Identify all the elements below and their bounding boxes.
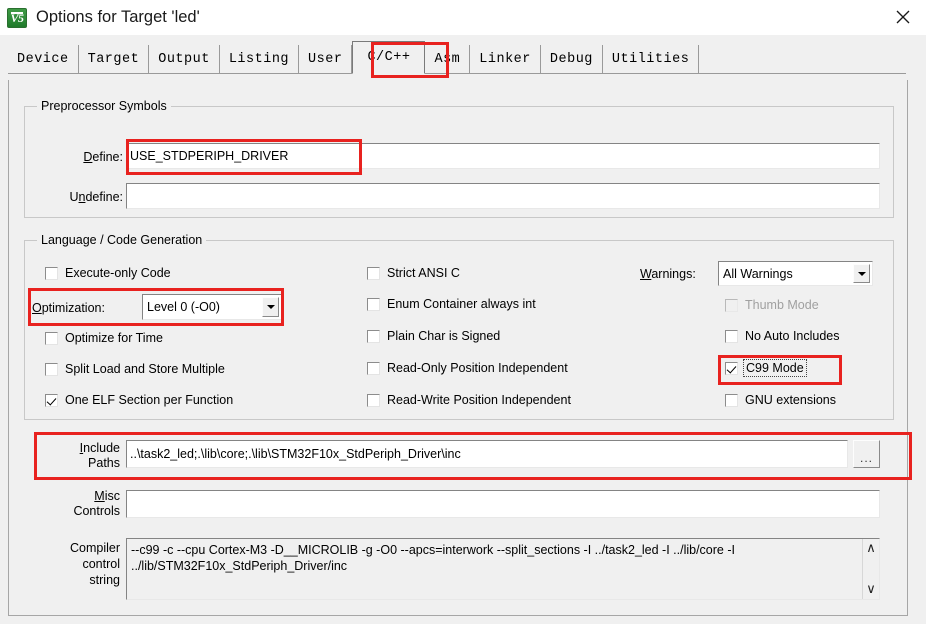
close-button[interactable] (880, 0, 926, 33)
preprocessor-group-title: Preprocessor Symbols (37, 99, 171, 113)
checkbox-box (725, 393, 738, 407)
tab-strip: Device Target Output Listing User C/C++ … (0, 35, 926, 80)
tab-device[interactable]: Device (8, 45, 79, 73)
checkbox-box (725, 361, 738, 375)
checkbox-label: One ELF Section per Function (65, 393, 234, 407)
checkbox-optimize-for-time[interactable]: Optimize for Time (45, 331, 163, 345)
tab-target[interactable]: Target (78, 45, 150, 73)
checkbox-read-only-position-independent[interactable]: Read-Only Position Independent (367, 361, 568, 375)
checkbox-box (45, 393, 58, 407)
include-paths-value: ..\task2_led;.\lib\core;.\lib\STM32F10x_… (130, 447, 461, 461)
include-paths-browse-button[interactable]: ... (853, 440, 880, 468)
compiler-string-scrollbar[interactable]: ∧ ∨ (862, 539, 879, 599)
checkbox-enum-container-always-int[interactable]: Enum Container always int (367, 297, 536, 311)
define-label: Define: (83, 150, 123, 164)
undefine-input[interactable] (126, 183, 880, 209)
checkbox-no-auto-includes[interactable]: No Auto Includes (725, 329, 840, 343)
checkbox-label: Execute-only Code (65, 266, 171, 280)
tab-asm[interactable]: Asm (425, 45, 471, 73)
checkbox-label: Split Load and Store Multiple (65, 362, 225, 376)
checkbox-box (725, 329, 738, 343)
checkbox-label: Enum Container always int (387, 297, 536, 311)
tab-user[interactable]: User (299, 45, 353, 73)
define-value: USE_STDPERIPH_DRIVER (130, 149, 289, 163)
checkbox-read-write-position-independent[interactable]: Read-Write Position Independent (367, 393, 571, 407)
chevron-down-icon[interactable] (853, 264, 870, 283)
window-title: Options for Target 'led' (36, 8, 200, 26)
optimization-dropdown[interactable]: Level 0 (-O0) (142, 294, 282, 320)
checkbox-label: No Auto Includes (745, 329, 840, 343)
checkbox-box (45, 362, 58, 376)
uvision-logo-icon: V5 (7, 7, 27, 28)
tab-debug[interactable]: Debug (540, 45, 603, 73)
checkbox-label: Read-Write Position Independent (387, 393, 571, 407)
checkbox-box (725, 298, 738, 312)
tab-c-cpp[interactable]: C/C++ (352, 41, 426, 74)
checkbox-box (367, 361, 380, 375)
compiler-control-string-value: --c99 -c --cpu Cortex-M3 -D__MICROLIB -g… (131, 543, 735, 573)
checkbox-box (367, 393, 380, 407)
checkbox-box (367, 329, 380, 343)
tab-utilities[interactable]: Utilities (602, 45, 700, 73)
language-group-title: Language / Code Generation (37, 233, 207, 247)
compiler-control-string-label: Compiler control string (69, 541, 120, 587)
checkbox-box (45, 266, 58, 280)
tab-output[interactable]: Output (149, 45, 220, 73)
warnings-label: Warnings: (640, 267, 696, 281)
checkbox-split-load-and-store-multiple[interactable]: Split Load and Store Multiple (45, 362, 225, 376)
checkbox-plain-char-is-signed[interactable]: Plain Char is Signed (367, 329, 500, 343)
undefine-label: Undefine: (69, 190, 123, 204)
checkbox-label: Read-Only Position Independent (387, 361, 568, 375)
checkbox-label: C99 Mode (743, 359, 807, 377)
checkbox-execute-only-code[interactable]: Execute-only Code (45, 266, 171, 280)
close-icon (896, 10, 910, 23)
define-input[interactable]: USE_STDPERIPH_DRIVER (126, 143, 880, 169)
checkbox-c99-mode[interactable]: C99 Mode (725, 359, 807, 377)
checkbox-label: Plain Char is Signed (387, 329, 501, 343)
misc-controls-label: Misc Controls (73, 489, 120, 518)
checkbox-box (45, 331, 58, 345)
tab-linker[interactable]: Linker (470, 45, 541, 73)
include-paths-label: Include Paths (79, 441, 120, 470)
checkbox-thumb-mode: Thumb Mode (725, 298, 819, 312)
checkbox-one-elf-section-per-function[interactable]: One ELF Section per Function (45, 393, 233, 407)
checkbox-strict-ansi-c[interactable]: Strict ANSI C (367, 266, 460, 280)
checkbox-label: Strict ANSI C (387, 266, 460, 280)
checkbox-box (367, 266, 380, 280)
chevron-down-icon[interactable] (262, 297, 279, 317)
misc-controls-input[interactable] (126, 490, 880, 518)
scroll-down-icon[interactable]: ∨ (866, 583, 876, 596)
tab-listing[interactable]: Listing (219, 45, 300, 73)
checkbox-label: GNU extensions (745, 393, 837, 407)
tab-underline (8, 73, 906, 74)
scroll-up-icon[interactable]: ∧ (866, 542, 876, 555)
compiler-control-string-box[interactable]: --c99 -c --cpu Cortex-M3 -D__MICROLIB -g… (126, 538, 880, 600)
warnings-value: All Warnings (723, 266, 793, 281)
checkbox-label: Thumb Mode (745, 298, 819, 312)
checkbox-label: Optimize for Time (65, 331, 163, 345)
checkbox-box (367, 297, 380, 311)
optimization-value: Level 0 (-O0) (147, 300, 220, 314)
checkbox-gnu-extensions[interactable]: GNU extensions (725, 393, 836, 407)
title-bar: V5 Options for Target 'led' (0, 0, 926, 35)
dialog-body: Preprocessor Symbols Define: USE_STDPERI… (0, 80, 926, 624)
optimization-label: Optimization: (32, 301, 105, 315)
include-paths-input[interactable]: ..\task2_led;.\lib\core;.\lib\STM32F10x_… (126, 440, 848, 468)
warnings-dropdown[interactable]: All Warnings (718, 261, 873, 286)
